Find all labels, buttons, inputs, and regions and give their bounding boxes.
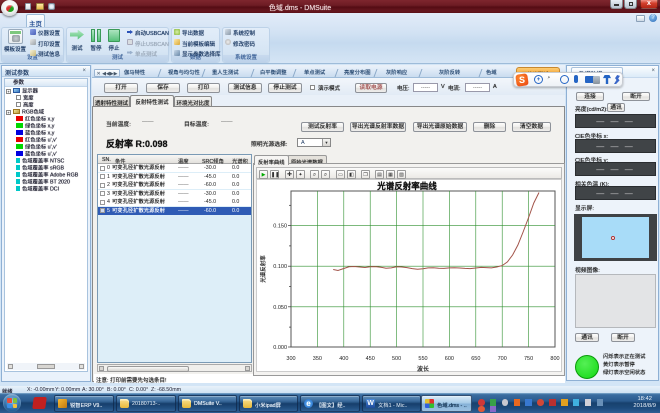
- svg-text:0.000: 0.000: [273, 345, 287, 351]
- svg-text:450: 450: [366, 356, 375, 362]
- svg-text:600: 600: [445, 356, 454, 362]
- svg-text:光谱反射率: 光谱反射率: [259, 255, 267, 283]
- svg-text:350: 350: [313, 356, 322, 362]
- svg-text:400: 400: [339, 356, 348, 362]
- svg-text:500: 500: [392, 356, 401, 362]
- svg-text:0.150: 0.150: [273, 224, 287, 230]
- svg-text:550: 550: [418, 356, 427, 362]
- svg-text:700: 700: [498, 356, 507, 362]
- svg-text:800: 800: [550, 356, 559, 362]
- svg-text:光谱反射率曲线: 光谱反射率曲线: [376, 181, 437, 191]
- svg-text:300: 300: [286, 356, 295, 362]
- svg-text:750: 750: [524, 356, 533, 362]
- svg-text:0.100: 0.100: [273, 264, 287, 270]
- svg-text:波长: 波长: [417, 365, 429, 372]
- svg-text:650: 650: [471, 356, 480, 362]
- svg-text:0.050: 0.050: [273, 305, 287, 311]
